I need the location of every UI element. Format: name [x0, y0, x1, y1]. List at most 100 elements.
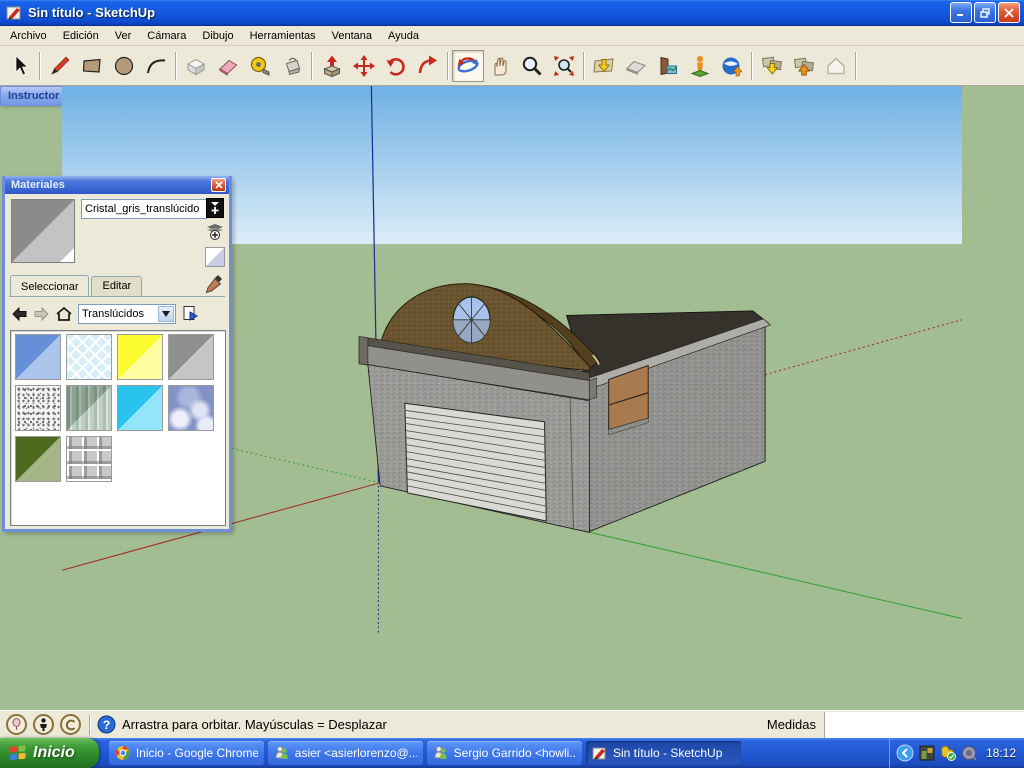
drawing-area[interactable]: Materiales Selecciona: [0, 86, 1024, 710]
follow-me-tool-button[interactable]: [412, 50, 444, 82]
rotate-icon: [384, 54, 408, 78]
swatch-nubes[interactable]: [168, 385, 214, 431]
get-models-button[interactable]: [756, 50, 788, 82]
sample-paint-button[interactable]: [205, 221, 225, 244]
swatch-vidrio-amarillo[interactable]: [117, 334, 163, 380]
start-button[interactable]: Inicio: [0, 738, 99, 768]
menu-herramientas[interactable]: Herramientas: [242, 27, 324, 45]
tray-messenger-status-icon[interactable]: [940, 745, 956, 761]
swatch-verde-oliva[interactable]: [15, 436, 61, 482]
push-pull-tool-button[interactable]: [316, 50, 348, 82]
cornice-left-return: [359, 336, 368, 365]
material-preview-swatch[interactable]: [11, 199, 75, 263]
menu-dibujo[interactable]: Dibujo: [194, 27, 241, 45]
eyedropper-icon[interactable]: [205, 274, 223, 294]
geolocation-status-button[interactable]: [6, 714, 27, 735]
eraser-icon: [216, 54, 240, 78]
help-icon[interactable]: ?: [97, 715, 116, 734]
close-icon: [215, 181, 223, 189]
dropdown-arrow-button[interactable]: [158, 306, 174, 322]
make-component-button[interactable]: [180, 50, 212, 82]
toolbar-separator: [751, 52, 753, 80]
tray-photo-icon[interactable]: [919, 745, 935, 761]
collection-dropdown[interactable]: Translúcidos: [78, 304, 176, 324]
menu-ayuda[interactable]: Ayuda: [380, 27, 427, 45]
taskbar-item-chrome[interactable]: Inicio - Google Chrome: [109, 741, 264, 765]
move-tool-button[interactable]: [348, 50, 380, 82]
round-window[interactable]: [453, 297, 490, 343]
arc-tool-button[interactable]: [140, 50, 172, 82]
swatch-vidrio-moteado[interactable]: [15, 385, 61, 431]
materials-title-bar[interactable]: Materiales: [5, 176, 229, 194]
forward-arrow-button[interactable]: [33, 306, 50, 322]
taskbar-item-messenger-2[interactable]: Sergio Garrido <howli...: [427, 741, 582, 765]
swatch-vidrio-azul[interactable]: [15, 334, 61, 380]
menu-archivo[interactable]: Archivo: [2, 27, 55, 45]
copyright-c-icon: [65, 719, 77, 731]
orbit-icon: [455, 53, 481, 79]
hide-icons-chevron-button[interactable]: [896, 744, 914, 762]
warehouse-house-button[interactable]: [820, 50, 852, 82]
materials-close-button[interactable]: [211, 178, 226, 192]
claim-credit-button[interactable]: [33, 714, 54, 735]
materials-panel[interactable]: Materiales Selecciona: [2, 176, 232, 532]
rectangle-icon: [80, 54, 104, 78]
eraser-tool-button[interactable]: [212, 50, 244, 82]
zoom-tool-button[interactable]: [516, 50, 548, 82]
google-earth-button[interactable]: [716, 50, 748, 82]
svg-text:?: ?: [103, 718, 110, 732]
create-material-icon: [209, 200, 221, 216]
taskbar-item-messenger-1[interactable]: asier <asierlorenzo@...: [268, 741, 423, 765]
title-bar[interactable]: Sin título - SketchUp: [0, 0, 1024, 26]
circle-tool-button[interactable]: [108, 50, 140, 82]
tray-volume-icon[interactable]: [961, 745, 977, 761]
swatch-vidrio-gris[interactable]: [168, 334, 214, 380]
menu-ver[interactable]: Ver: [107, 27, 140, 45]
share-model-button[interactable]: [788, 50, 820, 82]
pan-tool-button[interactable]: [484, 50, 516, 82]
home-button[interactable]: [55, 306, 73, 322]
restore-icon: [980, 8, 991, 18]
toolbar-separator: [311, 52, 313, 80]
windows-logo-icon: [8, 743, 28, 763]
menu-ventana[interactable]: Ventana: [324, 27, 380, 45]
close-button[interactable]: [998, 2, 1020, 23]
toolbar-separator: [175, 52, 177, 80]
orbit-tool-button[interactable]: [452, 50, 484, 82]
line-tool-button[interactable]: [44, 50, 76, 82]
credits-button[interactable]: [60, 714, 81, 735]
swatch-row: [15, 334, 225, 380]
zoom-extents-button[interactable]: [548, 50, 580, 82]
tab-editar[interactable]: Editar: [91, 276, 142, 296]
material-name-field[interactable]: [81, 199, 207, 219]
back-arrow-button[interactable]: [11, 306, 28, 322]
restore-button[interactable]: [974, 2, 996, 23]
statusbar-separator: [89, 715, 91, 735]
toggle-terrain-button[interactable]: [620, 50, 652, 82]
swatch-bloques-vidrio[interactable]: [66, 436, 112, 482]
terrain-icon: [624, 54, 648, 78]
select-tool-button[interactable]: [4, 50, 36, 82]
taskbar-clock[interactable]: 18:12: [986, 746, 1016, 760]
rectangle-tool-button[interactable]: [76, 50, 108, 82]
swatch-vidrio-enrejado[interactable]: [66, 334, 112, 380]
swatch-vidrio-estriado[interactable]: [66, 385, 112, 431]
materials-list: [10, 330, 226, 526]
tab-seleccionar[interactable]: Seleccionar: [10, 275, 89, 297]
tape-measure-tool-button[interactable]: [244, 50, 276, 82]
default-material-swatch[interactable]: [205, 247, 225, 267]
menu-camara[interactable]: Cámara: [139, 27, 194, 45]
details-button[interactable]: [181, 305, 199, 323]
taskbar-item-sketchup[interactable]: Sin título - SketchUp: [586, 741, 741, 765]
place-model-button[interactable]: [684, 50, 716, 82]
create-material-button[interactable]: [206, 198, 224, 218]
paint-bucket-tool-button[interactable]: [276, 50, 308, 82]
rotate-tool-button[interactable]: [380, 50, 412, 82]
menu-edicion[interactable]: Edición: [55, 27, 107, 45]
swatch-vidrio-cian[interactable]: [117, 385, 163, 431]
photo-textures-button[interactable]: [652, 50, 684, 82]
add-location-button[interactable]: [588, 50, 620, 82]
taskbar-item-label: asier <asierlorenzo@...: [295, 746, 417, 760]
minimize-button[interactable]: [950, 2, 972, 23]
measurements-field[interactable]: [824, 712, 1024, 738]
